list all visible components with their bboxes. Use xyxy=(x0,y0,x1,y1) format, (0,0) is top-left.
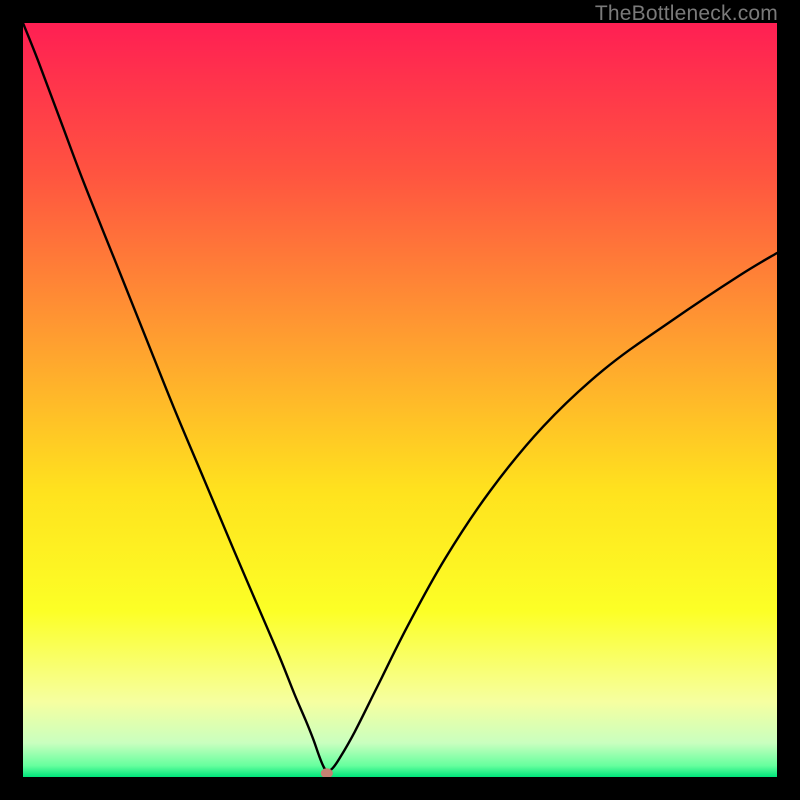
chart-svg xyxy=(23,23,777,777)
gradient-background xyxy=(23,23,777,777)
watermark-text: TheBottleneck.com xyxy=(595,2,778,26)
plot-area xyxy=(23,23,777,777)
chart-container: TheBottleneck.com xyxy=(0,0,800,800)
